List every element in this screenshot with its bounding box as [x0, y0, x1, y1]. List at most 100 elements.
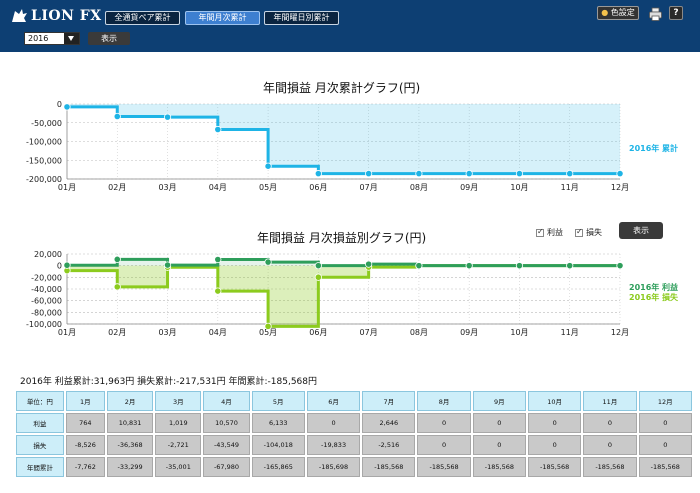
x-tick-label: 10月	[510, 183, 528, 192]
table-cell: -185,568	[583, 457, 637, 477]
table-cell: -43,549	[203, 435, 250, 455]
table-cell: 0	[417, 413, 471, 433]
table-cell: 0	[528, 435, 582, 455]
app-logo: LION FX	[10, 7, 102, 25]
month-header: 4月	[203, 391, 250, 411]
loss-point	[214, 287, 222, 295]
chart2-loss-label: 2016年 損失	[629, 293, 679, 302]
table-cell: -33,299	[106, 457, 154, 477]
month-header: 10月	[528, 391, 582, 411]
color-settings-button[interactable]: ● 色設定	[597, 6, 639, 20]
loss-point	[314, 273, 322, 281]
x-tick-label: 09月	[460, 183, 478, 192]
chart2-title: 年間損益 月次損益別グラフ(円)	[257, 231, 427, 245]
table-cell: 0	[583, 413, 637, 433]
loss-area	[67, 265, 620, 327]
month-header: 12月	[638, 391, 692, 411]
table-cell: 0	[638, 435, 692, 455]
profit-point	[113, 255, 121, 263]
lion-logo-icon	[12, 9, 27, 22]
tab-weekday-cumulative[interactable]: 年間曜日別累計	[264, 11, 339, 25]
profit-checkbox[interactable]	[536, 227, 544, 237]
y-tick-label: -60,000	[31, 297, 62, 306]
logo-text: LION FX	[31, 8, 102, 24]
x-tick-label: 12月	[611, 183, 629, 192]
table-cell: -185,568	[472, 457, 527, 477]
table-cell: -67,980	[203, 457, 250, 477]
x-tick-label: 09月	[460, 328, 478, 337]
table-cell: 0	[638, 413, 692, 433]
chart2-show-button[interactable]: 表示	[619, 222, 663, 239]
table-cell: 764	[65, 413, 105, 433]
table-cell: -185,568	[638, 457, 692, 477]
show-button[interactable]: 表示	[88, 32, 130, 45]
y-tick-label: -100,000	[26, 320, 62, 329]
help-button[interactable]: ?	[669, 6, 683, 20]
table-cell: -165,865	[251, 457, 305, 477]
x-tick-label: 01月	[58, 328, 76, 337]
x-tick-label: 06月	[309, 328, 327, 337]
x-tick-label: 11月	[561, 183, 579, 192]
color-settings-label: 色設定	[610, 8, 635, 17]
month-header: 9月	[472, 391, 527, 411]
table-cell: -2,516	[362, 435, 416, 455]
table-cell: 0	[472, 413, 527, 433]
year-select-value: 2016	[28, 34, 49, 43]
month-header: 3月	[155, 391, 202, 411]
table-cell: -2,721	[155, 435, 202, 455]
month-header: 7月	[362, 391, 416, 411]
table-row: 年間累計 -7,762 -33,299 -35,001 -67,980 -165,865-…	[16, 457, 692, 477]
row-label: 損失	[16, 435, 64, 455]
x-tick-label: 01月	[58, 183, 76, 192]
y-tick-label: 0	[57, 100, 62, 109]
table-cell: 6,133	[251, 413, 305, 433]
cumulative-point	[465, 169, 473, 178]
y-tick-label: -200,000	[26, 175, 62, 184]
month-header: 8月	[417, 391, 471, 411]
table-cell: 1,019	[155, 413, 202, 433]
loss-point	[264, 322, 272, 330]
table-cell: -185,568	[528, 457, 582, 477]
table-cell: -8,526	[65, 435, 105, 455]
profit-point	[566, 262, 574, 270]
cumulative-point	[163, 113, 172, 121]
year-select[interactable]: 2016	[24, 32, 80, 45]
y-tick-label: -40,000	[31, 285, 62, 294]
chevron-down-icon[interactable]	[64, 33, 79, 44]
cumulative-point	[314, 170, 322, 178]
table-cell: 2,646	[362, 413, 416, 433]
table-cell: -185,568	[362, 457, 416, 477]
x-tick-label: 06月	[309, 183, 327, 192]
profit-point	[163, 261, 172, 269]
cumulative-area	[67, 104, 620, 174]
tab-all-pairs[interactable]: 全通貨ペア累計	[105, 11, 180, 25]
row-label: 年間累計	[16, 457, 64, 477]
loss-checkbox[interactable]	[575, 227, 583, 237]
month-header: 1月	[65, 391, 105, 411]
x-tick-label: 03月	[158, 183, 176, 192]
profit-point	[63, 261, 71, 269]
x-tick-label: 12月	[611, 328, 629, 337]
month-header: 5月	[251, 391, 305, 411]
tab-monthly-cumulative[interactable]: 年間月次累計	[185, 11, 260, 25]
cumulative-point	[365, 169, 373, 178]
table-cell: -36,368	[106, 435, 154, 455]
table-cell: -19,833	[306, 435, 361, 455]
x-tick-label: 04月	[209, 328, 227, 337]
profit-point	[365, 260, 373, 268]
cumulative-point	[264, 162, 272, 170]
print-button[interactable]	[649, 6, 662, 21]
chart1-title: 年間損益 月次累計グラフ(円)	[263, 81, 421, 95]
chart2-legend: 利益 損失	[536, 227, 602, 238]
profit-point	[515, 262, 524, 270]
y-tick-label: -80,000	[31, 308, 62, 317]
summary-text: 2016年 利益累計:31,963円 損失累計:-217,531円 年間累計:-…	[20, 377, 318, 387]
table-cell: 10,831	[106, 413, 154, 433]
table-cell: 0	[306, 413, 361, 433]
profit-point	[214, 255, 222, 264]
cumulative-point	[515, 169, 524, 178]
monthly-table: 単位：円 1月 2月 3月 4月 5月 6月 7月 8月 9月 10月 11月 12月 利益 764 10…	[14, 389, 694, 479]
loss-point	[113, 283, 121, 291]
profit-point	[465, 262, 473, 270]
month-header: 2月	[106, 391, 154, 411]
